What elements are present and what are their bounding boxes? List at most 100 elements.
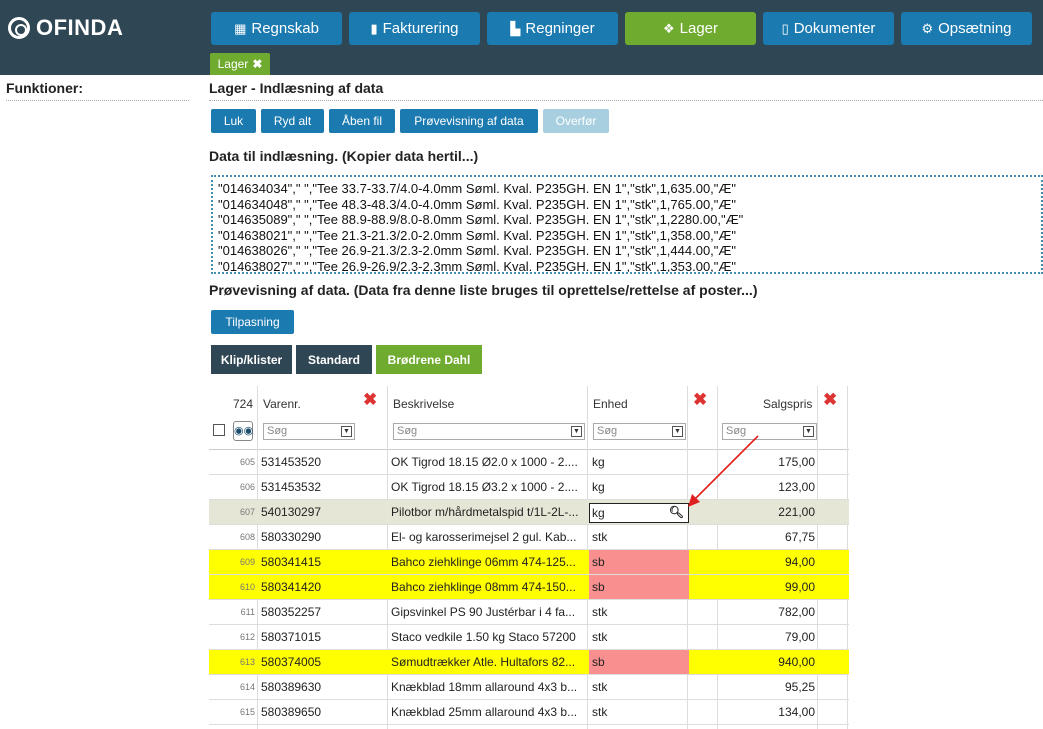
binoculars-icon[interactable]: ◉◉ <box>233 421 253 441</box>
search-enhed-input[interactable]: Søg ▼ <box>593 423 686 440</box>
table-row[interactable]: 608 580330290 El- og karosserimejsel 2 gul… <box>209 525 849 550</box>
search-icon[interactable]: 🔍︎ <box>669 505 684 519</box>
grid-header: 724 Varenr. Beskrivelse Enhed Salgspris … <box>209 386 849 450</box>
table-row[interactable]: 615 580389650 Knækblad 25mm allaround 4x3 … <box>209 700 849 725</box>
cell-varenr[interactable]: 531453532 <box>261 480 385 494</box>
dropdown-icon[interactable]: ▼ <box>571 426 582 437</box>
table-row[interactable]: 612 580371015 Staco vedkile 1.50 kg Staco … <box>209 625 849 650</box>
cell-enhed[interactable]: stk <box>589 625 689 649</box>
cell-enhed[interactable]: sb <box>589 650 689 674</box>
tab-brodrene-dahl[interactable]: Brødrene Dahl <box>376 345 482 374</box>
cell-varenr[interactable]: 580341420 <box>261 580 385 594</box>
clipboard-icon: ▮ <box>370 20 378 36</box>
cell-beskrivelse[interactable]: Bahco ziehklinge 08mm 474-150... <box>391 580 585 594</box>
cell-beskrivelse[interactable]: El- og karosserimejsel 2 gul. Kab... <box>391 530 585 544</box>
cell-varenr[interactable]: 540130297 <box>261 505 385 519</box>
column-header-enhed[interactable]: Enhed <box>593 397 628 411</box>
close-icon[interactable]: ✖ <box>252 57 262 71</box>
cell-varenr[interactable]: 531453520 <box>261 455 385 469</box>
ryd-alt-button[interactable]: Ryd alt <box>261 109 324 133</box>
search-varenr-input[interactable]: Søg ▼ <box>263 423 355 440</box>
nav-fakturering-button[interactable]: ▮ Fakturering <box>349 12 480 45</box>
cell-varenr[interactable]: 580374005 <box>261 655 385 669</box>
table-row[interactable]: 610 580341420 Bahco ziehklinge 08mm 474-15… <box>209 575 849 600</box>
sidebar-title: Funktioner: <box>6 80 189 101</box>
cell-varenr[interactable]: 580330290 <box>261 530 385 544</box>
cell-salgspris[interactable]: 940,00 <box>719 655 815 669</box>
tab-standard[interactable]: Standard <box>296 345 372 374</box>
ofinda-logo[interactable]: OFINDA <box>8 15 123 41</box>
table-row[interactable]: 606 531453532 OK Tigrod 18.15 Ø3.2 x 1000 … <box>209 475 849 500</box>
nav-regnskab-button[interactable]: ▦ Regnskab <box>211 12 342 45</box>
aaben-fil-button[interactable]: Åben fil <box>329 109 395 133</box>
search-placeholder: Søg <box>397 425 418 437</box>
logo-text: OFINDA <box>36 15 124 40</box>
cell-salgspris[interactable]: 123,00 <box>719 480 815 494</box>
cell-salgspris[interactable]: 782,00 <box>719 605 815 619</box>
cell-beskrivelse[interactable]: Bahco ziehklinge 06mm 474-125... <box>391 555 585 569</box>
nav-regninger-button[interactable]: ▙ Regninger <box>487 12 618 45</box>
cell-enhed[interactable]: stk <box>589 525 689 549</box>
table-row[interactable]: 611 580352257 Gipsvinkel PS 90 Justérbar i… <box>209 600 849 625</box>
column-header-salgspris[interactable]: Salgspris <box>763 397 812 411</box>
cell-beskrivelse[interactable]: Knækblad 18mm allaround 4x3 b... <box>391 680 585 694</box>
cell-salgspris[interactable]: 79,00 <box>719 630 815 644</box>
cell-varenr[interactable]: 580389630 <box>261 680 385 694</box>
cell-salgspris[interactable]: 99,00 <box>719 580 815 594</box>
delete-column-enhed-icon[interactable]: ✖ <box>693 391 708 408</box>
cell-enhed[interactable]: kg <box>589 450 689 474</box>
cell-beskrivelse[interactable]: OK Tigrod 18.15 Ø2.0 x 1000 - 2.... <box>391 455 585 469</box>
cell-beskrivelse[interactable]: Staco vedkile 1.50 kg Staco 57200 <box>391 630 585 644</box>
table-row[interactable]: 614 580389630 Knækblad 18mm allaround 4x3 … <box>209 675 849 700</box>
cell-salgspris[interactable]: 175,00 <box>719 455 815 469</box>
cell-beskrivelse[interactable]: OK Tigrod 18.15 Ø3.2 x 1000 - 2.... <box>391 480 585 494</box>
cell-salgspris[interactable]: 67,75 <box>719 530 815 544</box>
delete-column-varenr-icon[interactable]: ✖ <box>363 391 378 408</box>
cell-salgspris[interactable]: 94,00 <box>719 555 815 569</box>
search-salgspris-input[interactable]: Søg ▼ <box>722 423 817 440</box>
tab-klip-klister[interactable]: Klip/klister <box>211 345 292 374</box>
data-input-textarea[interactable]: "014634034"," ","Tee 33.7-33.7/4.0-4.0mm… <box>211 175 1043 274</box>
cell-beskrivelse[interactable]: Gipsvinkel PS 90 Justérbar i 4 fa... <box>391 605 585 619</box>
cell-salgspris[interactable]: 134,00 <box>719 705 815 719</box>
cell-beskrivelse[interactable]: Sømudtrækker Atle. Hultafors 82... <box>391 655 585 669</box>
cell-enhed[interactable]: stk <box>589 675 689 699</box>
dropdown-icon[interactable]: ▼ <box>341 426 352 437</box>
cell-enhed[interactable]: sb <box>589 550 689 574</box>
tilpasning-button[interactable]: Tilpasning <box>211 310 294 334</box>
nav-opsaetning-button[interactable]: ⚙ Opsætning <box>901 12 1032 45</box>
factory-icon: ▙ <box>510 20 521 36</box>
cell-enhed[interactable]: stk <box>589 700 689 724</box>
row-number: 609 <box>239 557 255 567</box>
cell-varenr[interactable]: 580371015 <box>261 630 385 644</box>
dropdown-icon[interactable]: ▼ <box>803 426 814 437</box>
cell-salgspris[interactable]: 95,25 <box>719 680 815 694</box>
table-row[interactable]: 607 540130297 Pilotbor m/hårdmetalspid t/1… <box>209 500 849 525</box>
cell-varenr[interactable]: 580341415 <box>261 555 385 569</box>
delete-column-salgspris-icon[interactable]: ✖ <box>823 391 838 408</box>
table-row[interactable]: 605 531453520 OK Tigrod 18.15 Ø2.0 x 1000 … <box>209 450 849 475</box>
column-header-varenr[interactable]: Varenr. <box>263 397 301 411</box>
cell-salgspris[interactable]: 221,00 <box>719 505 815 519</box>
search-placeholder: Søg <box>267 425 288 437</box>
cell-enhed[interactable]: stk <box>589 600 689 624</box>
cell-varenr[interactable]: 580389650 <box>261 705 385 719</box>
cell-beskrivelse[interactable]: Pilotbor m/hårdmetalspid t/1L-2L-... <box>391 505 585 519</box>
preview-data-button[interactable]: Prøvevisning af data <box>400 109 538 133</box>
dropdown-icon[interactable]: ▼ <box>672 426 683 437</box>
search-beskrivelse-input[interactable]: Søg ▼ <box>393 423 585 440</box>
cell-enhed[interactable]: kg 🔍︎ <box>589 503 689 523</box>
column-header-beskrivelse[interactable]: Beskrivelse <box>393 397 454 411</box>
tab-lager[interactable]: Lager ✖ <box>210 53 270 75</box>
cell-enhed[interactable]: sb <box>589 575 689 599</box>
cell-enhed[interactable]: kg <box>589 475 689 499</box>
enhed-value: kg <box>592 506 605 520</box>
luk-button[interactable]: Luk <box>211 109 256 133</box>
table-row[interactable]: 609 580341415 Bahco ziehklinge 06mm 474-12… <box>209 550 849 575</box>
cell-varenr[interactable]: 580352257 <box>261 605 385 619</box>
nav-dokumenter-button[interactable]: ▯ Dokumenter <box>763 12 894 45</box>
select-all-checkbox[interactable] <box>213 424 225 436</box>
table-row[interactable]: 613 580374005 Sømudtrækker Atle. Hultafors… <box>209 650 849 675</box>
nav-lager-button[interactable]: ❖ Lager <box>625 12 756 45</box>
cell-beskrivelse[interactable]: Knækblad 25mm allaround 4x3 b... <box>391 705 585 719</box>
